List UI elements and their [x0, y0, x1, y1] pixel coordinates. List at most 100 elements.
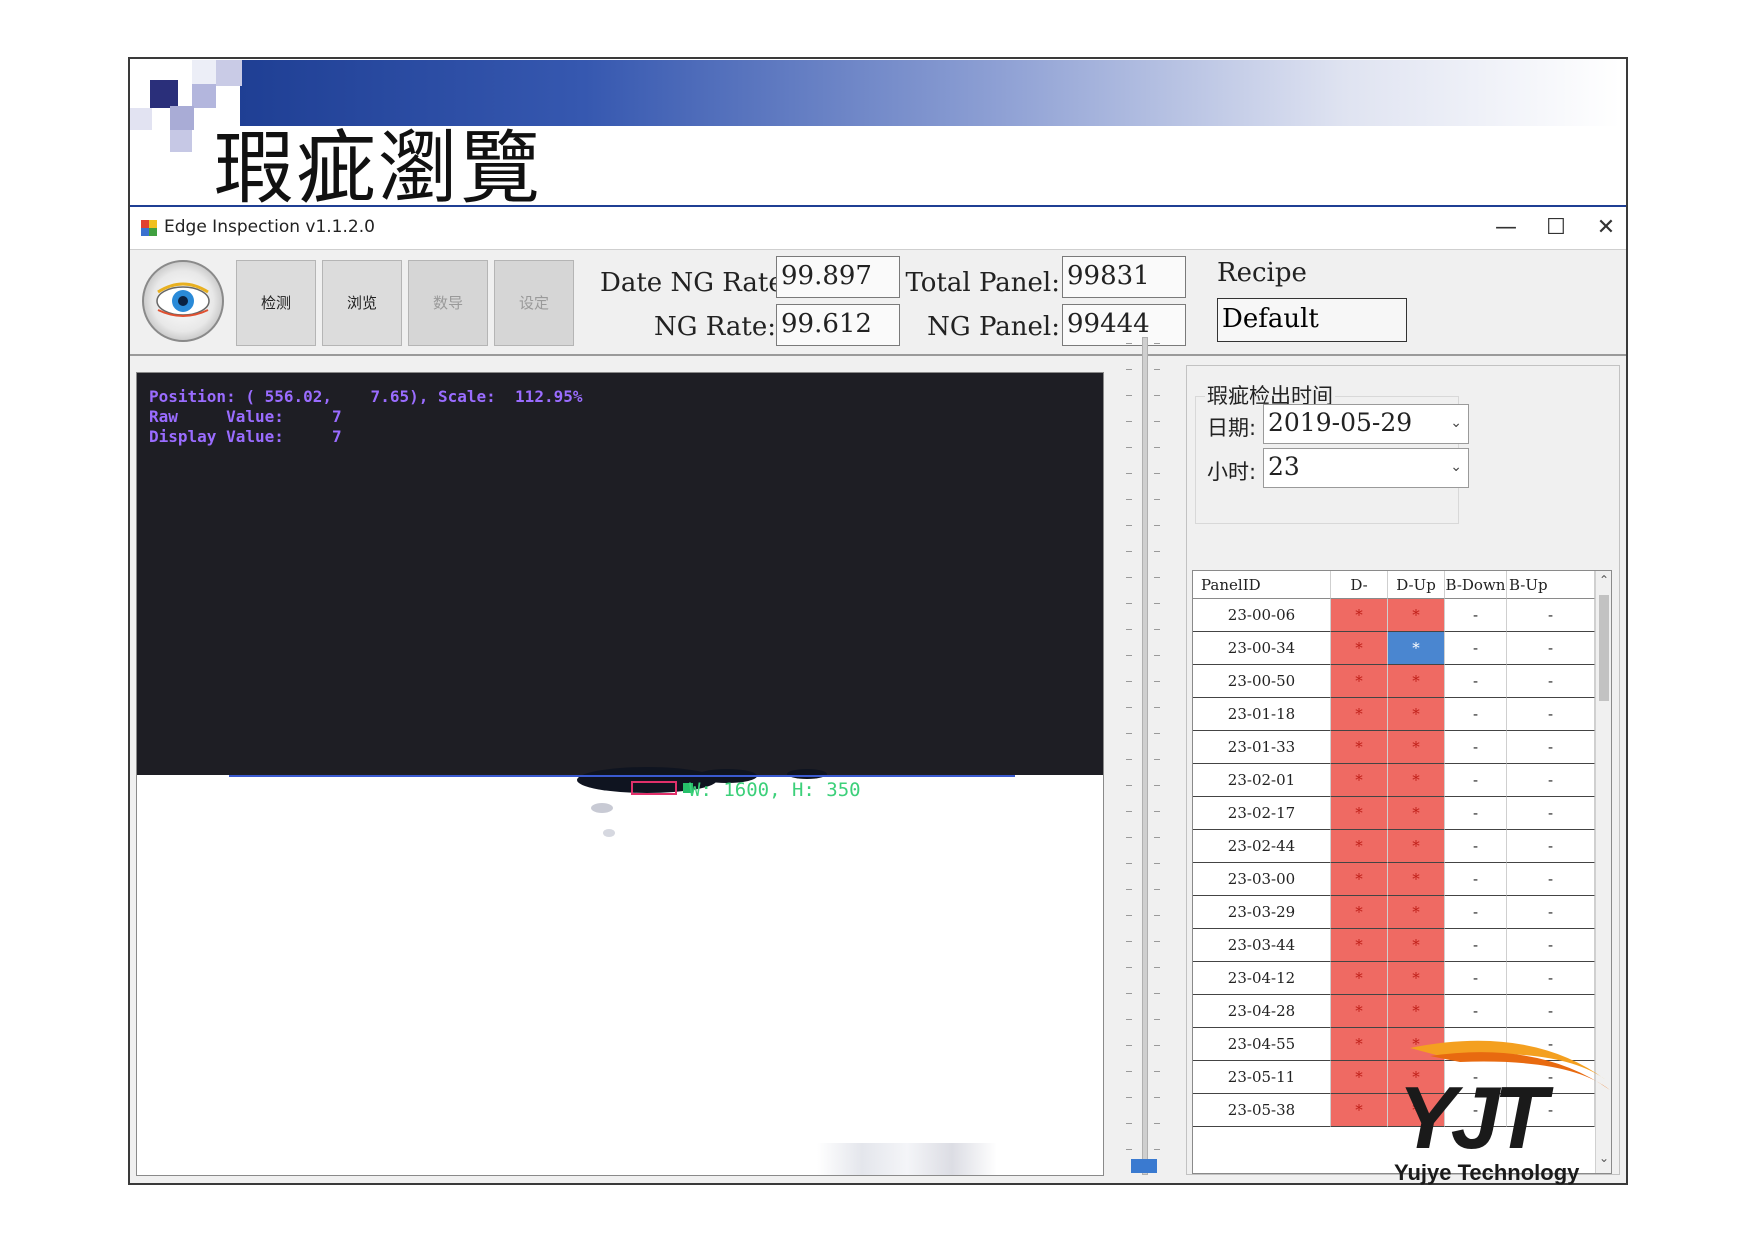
table-cell-id[interactable]: 23-02-17 [1193, 797, 1331, 830]
table-row[interactable]: 23-00-34 * * - - [1193, 632, 1595, 665]
scroll-thumb[interactable] [1599, 595, 1609, 701]
table-cell-id[interactable]: 23-05-11 [1193, 1061, 1331, 1094]
table-cell-b-down[interactable]: - [1445, 797, 1507, 830]
table-cell-b-up[interactable]: - [1507, 830, 1595, 863]
table-cell-b-up[interactable]: - [1507, 698, 1595, 731]
hour-select[interactable]: 23 ⌄ [1263, 448, 1469, 488]
table-row[interactable]: 23-00-50 * * - - [1193, 665, 1595, 698]
table-cell-d-up[interactable]: * [1388, 896, 1445, 929]
minimize-button[interactable]: — [1486, 213, 1526, 243]
table-cell-id[interactable]: 23-03-29 [1193, 896, 1331, 929]
inspect-button[interactable]: 检测 [236, 260, 316, 346]
table-cell-b-down[interactable]: - [1445, 665, 1507, 698]
table-cell-b-down[interactable]: - [1445, 962, 1507, 995]
table-cell-id[interactable]: 23-00-34 [1193, 632, 1331, 665]
table-cell-id[interactable]: 23-04-55 [1193, 1028, 1331, 1061]
table-cell-id[interactable]: 23-03-00 [1193, 863, 1331, 896]
table-cell-b-down[interactable]: - [1445, 599, 1507, 632]
table-cell-d-down[interactable]: * [1331, 962, 1388, 995]
date-select[interactable]: 2019-05-29 ⌄ [1263, 404, 1469, 444]
table-cell-id[interactable]: 23-01-33 [1193, 731, 1331, 764]
table-cell-d-up[interactable]: * [1388, 731, 1445, 764]
table-cell-d-down[interactable]: * [1331, 599, 1388, 632]
slider-track[interactable] [1142, 337, 1148, 1175]
table-row[interactable]: 23-00-06 * * - - [1193, 599, 1595, 632]
table-cell-d-up[interactable]: * [1388, 764, 1445, 797]
table-cell-d-down[interactable]: * [1331, 797, 1388, 830]
table-cell-d-down[interactable]: * [1331, 731, 1388, 764]
defect-bounding-box[interactable] [631, 781, 677, 795]
table-cell-d-down[interactable]: * [1331, 995, 1388, 1028]
table-cell-b-up[interactable]: - [1507, 797, 1595, 830]
table-row[interactable]: 23-04-12 * * - - [1193, 962, 1595, 995]
table-cell-b-up[interactable]: - [1507, 731, 1595, 764]
maximize-button[interactable]: ☐ [1536, 213, 1576, 243]
image-viewer[interactable]: W: 1600, H: 350 Position: ( 556.02, 7.65… [136, 372, 1104, 1176]
table-cell-d-down[interactable]: * [1331, 665, 1388, 698]
table-cell-b-down[interactable]: - [1445, 764, 1507, 797]
table-cell-b-down[interactable]: - [1445, 632, 1507, 665]
settings-button[interactable]: 设定 [494, 260, 574, 346]
table-cell-b-up[interactable]: - [1507, 764, 1595, 797]
table-cell-d-down[interactable]: * [1331, 632, 1388, 665]
table-cell-id[interactable]: 23-03-44 [1193, 929, 1331, 962]
scroll-up-icon[interactable]: ⌃ [1596, 573, 1611, 587]
column-header-panelid[interactable]: PanelID [1193, 571, 1331, 599]
column-header-b-up[interactable]: B-Up [1507, 571, 1595, 599]
column-header-d-up[interactable]: D-Up [1388, 571, 1445, 599]
table-cell-id[interactable]: 23-05-38 [1193, 1094, 1331, 1127]
table-cell-d-down[interactable]: * [1331, 896, 1388, 929]
table-cell-b-up[interactable]: - [1507, 665, 1595, 698]
table-cell-d-up[interactable]: * [1388, 962, 1445, 995]
table-cell-d-up[interactable]: * [1388, 995, 1445, 1028]
table-cell-b-down[interactable]: - [1445, 830, 1507, 863]
table-cell-d-up[interactable]: * [1388, 830, 1445, 863]
table-cell-id[interactable]: 23-02-44 [1193, 830, 1331, 863]
column-header-b-down[interactable]: B-Down [1445, 571, 1507, 599]
table-cell-d-down[interactable]: * [1331, 863, 1388, 896]
table-cell-b-up[interactable]: - [1507, 962, 1595, 995]
table-cell-id[interactable]: 23-00-50 [1193, 665, 1331, 698]
table-cell-d-up[interactable]: * [1388, 863, 1445, 896]
table-cell-d-down[interactable]: * [1331, 764, 1388, 797]
table-cell-id[interactable]: 23-02-01 [1193, 764, 1331, 797]
table-cell-b-down[interactable]: - [1445, 698, 1507, 731]
title-bar[interactable]: Edge Inspection v1.1.2.0 — ☐ ✕ [130, 207, 1626, 250]
table-cell-b-down[interactable]: - [1445, 995, 1507, 1028]
table-row[interactable]: 23-02-17 * * - - [1193, 797, 1595, 830]
table-row[interactable]: 23-03-00 * * - - [1193, 863, 1595, 896]
table-cell-id[interactable]: 23-01-18 [1193, 698, 1331, 731]
table-row[interactable]: 23-03-44 * * - - [1193, 929, 1595, 962]
table-row[interactable]: 23-01-33 * * - - [1193, 731, 1595, 764]
table-cell-b-down[interactable]: - [1445, 731, 1507, 764]
table-row[interactable]: 23-03-29 * * - - [1193, 896, 1595, 929]
table-cell-b-up[interactable]: - [1507, 632, 1595, 665]
table-cell-b-up[interactable]: - [1507, 896, 1595, 929]
table-cell-b-down[interactable]: - [1445, 863, 1507, 896]
table-cell-b-down[interactable]: - [1445, 896, 1507, 929]
table-row[interactable]: 23-04-28 * * - - [1193, 995, 1595, 1028]
table-cell-id[interactable]: 23-04-28 [1193, 995, 1331, 1028]
table-cell-d-up[interactable]: * [1388, 797, 1445, 830]
table-cell-d-down[interactable]: * [1331, 830, 1388, 863]
table-cell-d-up[interactable]: * [1388, 632, 1445, 665]
table-cell-id[interactable]: 23-00-06 [1193, 599, 1331, 632]
slider-thumb[interactable] [1131, 1159, 1157, 1173]
table-cell-d-up[interactable]: * [1388, 665, 1445, 698]
table-cell-id[interactable]: 23-04-12 [1193, 962, 1331, 995]
table-cell-d-down[interactable]: * [1331, 929, 1388, 962]
table-cell-d-up[interactable]: * [1388, 599, 1445, 632]
export-button[interactable]: 数导 [408, 260, 488, 346]
table-cell-d-down[interactable]: * [1331, 698, 1388, 731]
browse-button[interactable]: 浏览 [322, 260, 402, 346]
table-cell-b-up[interactable]: - [1507, 995, 1595, 1028]
table-cell-b-up[interactable]: - [1507, 599, 1595, 632]
close-button[interactable]: ✕ [1586, 213, 1626, 243]
table-cell-d-up[interactable]: * [1388, 698, 1445, 731]
table-cell-b-up[interactable]: - [1507, 929, 1595, 962]
table-row[interactable]: 23-01-18 * * - - [1193, 698, 1595, 731]
table-cell-b-down[interactable]: - [1445, 929, 1507, 962]
zoom-slider[interactable] [1122, 337, 1166, 1183]
column-header-d-down[interactable]: D-Down [1331, 571, 1388, 622]
table-row[interactable]: 23-02-44 * * - - [1193, 830, 1595, 863]
